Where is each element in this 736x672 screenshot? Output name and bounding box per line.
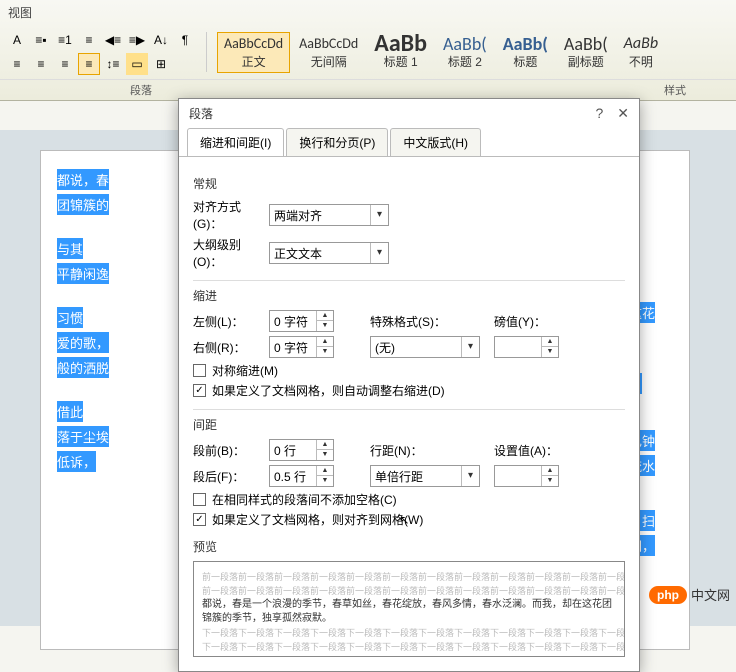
cursor-icon: ↖ [399, 513, 409, 527]
by-label: 磅值(Y)： [494, 313, 574, 330]
symmetric-indent-label: 对称缩进(M) [212, 362, 278, 379]
increase-indent-icon[interactable]: ≡▶ [126, 29, 148, 51]
indent-left-spinner[interactable]: ▲▼ [269, 310, 334, 332]
spin-up-icon[interactable]: ▲ [317, 311, 333, 321]
indent-section-title: 缩进 [193, 280, 625, 304]
align-center-icon[interactable]: ≡ [30, 53, 52, 75]
tab-asian-typography[interactable]: 中文版式(H) [390, 128, 481, 156]
paragraph-group-label: 段落 [130, 82, 152, 98]
special-format-combo[interactable]: ▾ [370, 336, 480, 358]
tab-line-page-breaks[interactable]: 换行和分页(P) [286, 128, 388, 156]
preview-section-title: 预览 [193, 538, 625, 555]
alignment-label: 对齐方式(G)： [193, 198, 269, 232]
indent-right-spinner[interactable]: ▲▼ [269, 336, 334, 358]
space-before-label: 段前(B)： [193, 442, 269, 459]
watermark-text: 中文网 [691, 585, 730, 604]
at-label: 设置值(A)： [494, 442, 574, 459]
align-right-icon[interactable]: ≡ [54, 53, 76, 75]
space-after-spinner[interactable]: ▲▼ [269, 465, 334, 487]
grid-indent-label: 如果定义了文档网格，则自动调整右缩进(D) [212, 382, 445, 399]
ribbon: 视图 A ≡▪ ≡1 ≡ ◀≡ ≡▶ A↓ ¶ ≡ ≡ ≡ ≡ ↕≡ ▭ ⊞ [0, 0, 736, 101]
style-title[interactable]: AaBb(标题 [496, 32, 555, 73]
grid-indent-checkbox[interactable]: ✓ [193, 384, 206, 397]
snap-grid-checkbox[interactable]: ✓ [193, 513, 206, 526]
space-before-spinner[interactable]: ▲▼ [269, 439, 334, 461]
sort-icon[interactable]: A↓ [150, 29, 172, 51]
spin-down-icon[interactable]: ▼ [317, 321, 333, 331]
dialog-tabs: 缩进和间距(I) 换行和分页(P) 中文版式(H) [179, 128, 639, 157]
style-heading2[interactable]: AaBb(标题 2 [436, 32, 494, 73]
line-spacing-label: 行距(N)： [370, 442, 450, 459]
php-badge: php [649, 586, 687, 604]
dialog-title: 段落 [189, 105, 213, 122]
at-spinner[interactable]: ▲▼ [494, 465, 559, 487]
font-button[interactable]: A [6, 29, 28, 51]
bullet-list-icon[interactable]: ≡▪ [30, 29, 52, 51]
multilevel-list-icon[interactable]: ≡ [78, 29, 100, 51]
style-subtitle[interactable]: AaBb(副标题 [557, 32, 615, 73]
no-space-same-style-checkbox[interactable] [193, 493, 206, 506]
space-after-label: 段后(F)： [193, 468, 269, 485]
number-list-icon[interactable]: ≡1 [54, 29, 76, 51]
paragraph-toolbar: A ≡▪ ≡1 ≡ ◀≡ ≡▶ A↓ ¶ ≡ ≡ ≡ ≡ ↕≡ ▭ ⊞ [6, 29, 196, 75]
align-left-icon[interactable]: ≡ [6, 53, 28, 75]
align-justify-icon[interactable]: ≡ [78, 53, 100, 75]
decrease-indent-icon[interactable]: ◀≡ [102, 29, 124, 51]
watermark: php 中文网 [649, 585, 730, 604]
outline-level-combo[interactable]: ▾ [269, 242, 389, 264]
shading-icon[interactable]: ▭ [126, 53, 148, 75]
show-marks-icon[interactable]: ¶ [174, 29, 196, 51]
ribbon-tab-view[interactable]: 视图 [0, 0, 736, 25]
indent-left-label: 左侧(L)： [193, 313, 269, 330]
style-heading1[interactable]: AaBb标题 1 [367, 32, 434, 73]
outline-level-label: 大纲级别(O)： [193, 236, 269, 270]
tab-indent-spacing[interactable]: 缩进和间距(I) [187, 128, 284, 156]
special-format-label: 特殊格式(S)： [370, 313, 450, 330]
paragraph-dialog: 段落 ? ✕ 缩进和间距(I) 换行和分页(P) 中文版式(H) 常规 对齐方式… [178, 98, 640, 672]
help-icon[interactable]: ? [595, 105, 603, 122]
chevron-down-icon[interactable]: ▾ [370, 243, 388, 263]
alignment-combo[interactable]: ▾ [269, 204, 389, 226]
indent-right-label: 右侧(R)： [193, 339, 269, 356]
spacing-section-title: 间距 [193, 409, 625, 433]
style-gallery: AaBbCcDd正文 AaBbCcDd无间隔 AaBb标题 1 AaBb(标题 … [217, 32, 665, 73]
style-normal[interactable]: AaBbCcDd正文 [217, 32, 290, 73]
symmetric-indent-checkbox[interactable] [193, 364, 206, 377]
no-space-same-style-label: 在相同样式的段落间不添加空格(C) [212, 491, 397, 508]
line-spacing-icon[interactable]: ↕≡ [102, 53, 124, 75]
selected-text[interactable]: 都说，春 [57, 169, 109, 190]
borders-icon[interactable]: ⊞ [150, 53, 172, 75]
style-other[interactable]: AaBb不明 [617, 32, 665, 73]
line-spacing-combo[interactable]: ▾ [370, 465, 480, 487]
chevron-down-icon[interactable]: ▾ [370, 205, 388, 225]
by-spinner[interactable]: ▲▼ [494, 336, 559, 358]
style-no-spacing[interactable]: AaBbCcDd无间隔 [292, 32, 365, 73]
general-section-title: 常规 [193, 175, 625, 192]
snap-grid-label: 如果定义了文档网格，则对齐到网格(W) [212, 511, 423, 528]
preview-box: 前一段落前一段落前一段落前一段落前一段落前一段落前一段落前一段落前一段落前一段落… [193, 561, 625, 657]
close-icon[interactable]: ✕ [617, 105, 629, 122]
styles-group-label: 样式 [664, 82, 686, 98]
